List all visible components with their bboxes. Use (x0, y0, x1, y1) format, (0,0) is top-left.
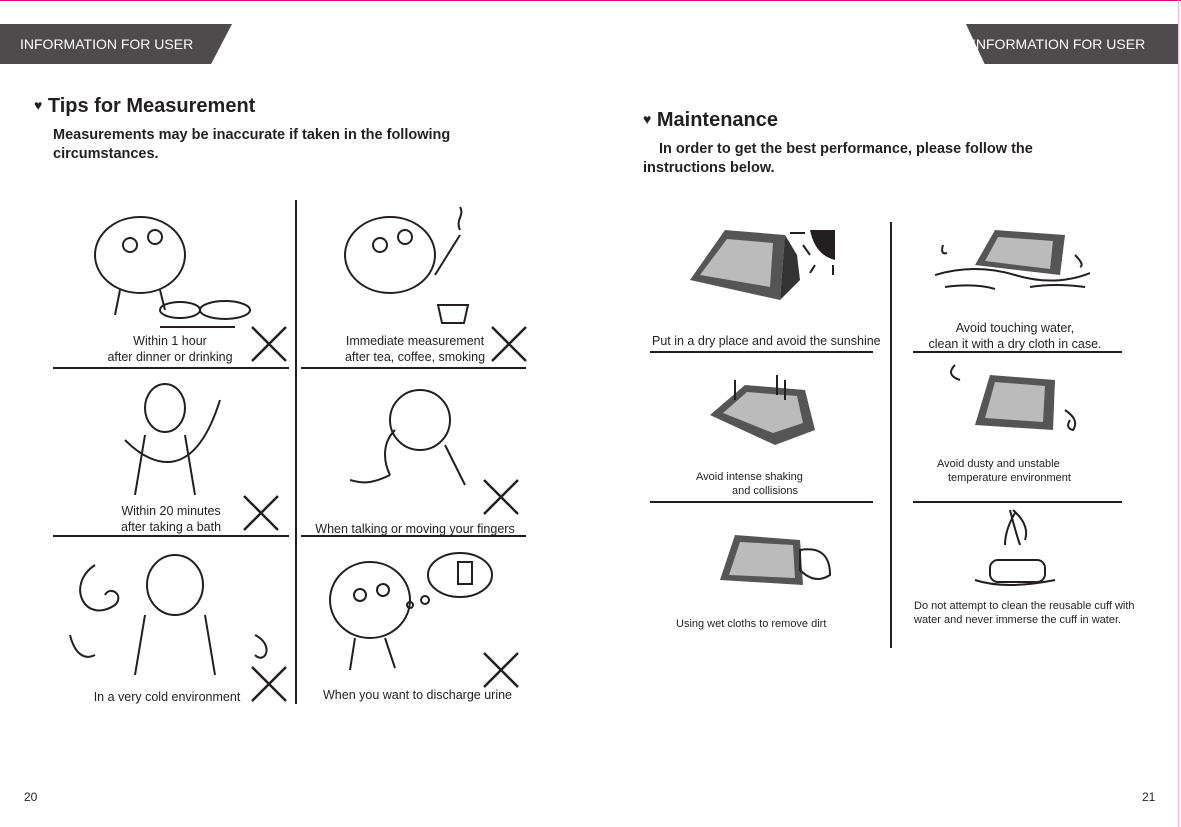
maintenance-caption: Avoid dusty and unstable temperature envi… (937, 458, 1071, 484)
column-divider (890, 222, 892, 648)
person-bathing-illustration (124, 383, 221, 496)
person-needs-toilet-illustration (329, 552, 493, 671)
tip-caption: Within 1 hour after dinner or drinking (107, 334, 233, 364)
person-smoking-illustration (344, 206, 470, 324)
cross-icon (251, 326, 287, 362)
monitor-water-illustration (935, 230, 1090, 290)
row-divider (53, 535, 289, 537)
tip-caption: In a very cold environment (93, 690, 241, 704)
cross-icon (491, 326, 527, 362)
maintenance-title: Maintenance (656, 109, 779, 131)
row-divider (913, 501, 1122, 503)
cross-icon (483, 479, 519, 515)
top-border (0, 0, 1181, 1)
monitor-dusty-illustration (950, 364, 1077, 432)
tip-caption: Immediate measurement after tea, coffee, … (344, 334, 486, 364)
row-divider (53, 367, 289, 369)
left-header-banner: INFORMATION FOR USER (0, 24, 232, 64)
cuff-water-illustration (974, 509, 1056, 586)
page-number-left: 20 (24, 790, 38, 804)
monitor-sunshine-illustration (690, 230, 835, 300)
right-header-banner: INFORMATION FOR USER (965, 24, 1178, 64)
person-talking-phone-illustration (350, 389, 466, 486)
cross-icon (243, 495, 279, 531)
monitor-shaking-illustration (710, 375, 815, 445)
maintenance-caption: Avoid intense shaking and collisions (696, 471, 803, 497)
tips-heading: ♥ Tips for Measurement (34, 95, 255, 118)
right-border (1178, 0, 1179, 827)
maintenance-caption: Using wet cloths to remove dirt (676, 618, 827, 630)
person-eating-illustration (94, 216, 251, 328)
cross-icon (251, 666, 287, 702)
maintenance-caption: Avoid touching water, clean it with a dry… (928, 321, 1102, 351)
page-number-right: 21 (1142, 790, 1156, 804)
maintenance-caption: Put in a dry place and avoid the sunshin… (652, 334, 881, 348)
cross-icon (483, 652, 519, 688)
monitor-wet-cloth-illustration (720, 535, 832, 585)
tip-caption: Within 20 minutes after taking a bath (120, 504, 222, 534)
maintenance-heading: ♥ Maintenance (643, 109, 778, 132)
heart-icon: ♥ (643, 111, 652, 127)
row-divider (301, 367, 526, 369)
tip-caption: When you want to discharge urine (323, 688, 512, 702)
maintenance-caption: Do not attempt to clean the reusable cuf… (914, 600, 1135, 626)
tips-intro: Measurements may be inaccurate if taken … (53, 127, 451, 162)
tip-caption: When talking or moving your fingers (315, 522, 515, 536)
row-divider (650, 351, 873, 353)
maintenance-intro: In order to get the best performance, pl… (643, 141, 1033, 176)
row-divider (650, 501, 873, 503)
person-cold-illustration (69, 554, 268, 676)
heart-icon: ♥ (34, 97, 43, 113)
tips-title: Tips for Measurement (47, 95, 256, 117)
manual-spread: INFORMATION FOR USER INFORMATION FOR USE… (0, 0, 1181, 827)
column-divider (295, 200, 297, 704)
